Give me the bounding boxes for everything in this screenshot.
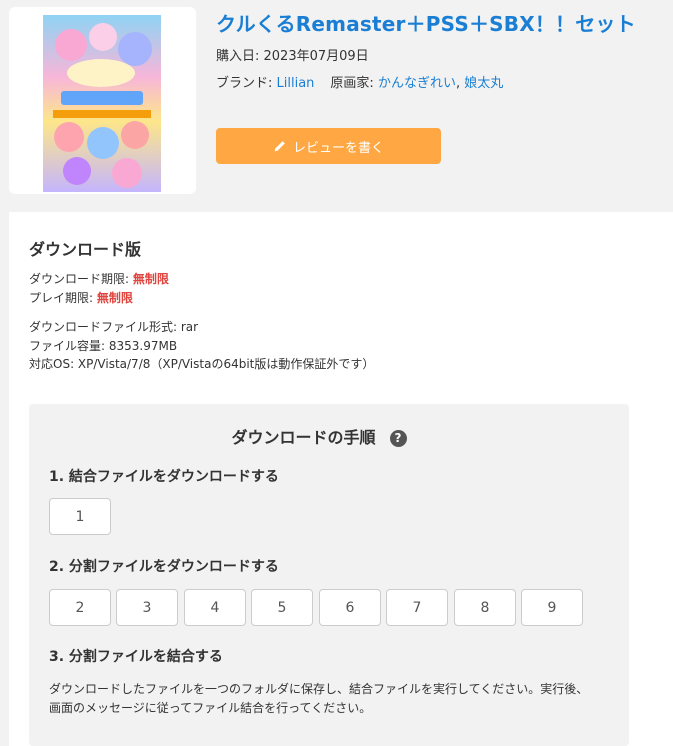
artist-separator: , xyxy=(455,76,465,91)
step-3-label: 3. 分割ファイルを結合する xyxy=(49,649,223,665)
download-steps-title: ダウンロードの手順 xyxy=(231,428,376,447)
credits-row: ブランド: Lillian 原画家: かんなぎれい, 娘太丸 xyxy=(216,72,503,91)
split-file-button[interactable]: 9 xyxy=(521,589,583,626)
split-file-button[interactable]: 6 xyxy=(319,589,381,626)
split-file-button[interactable]: 5 xyxy=(251,589,313,626)
split-file-button[interactable]: 2 xyxy=(49,589,111,626)
file-size: ファイル容量: 8353.97MB xyxy=(29,339,178,353)
file-format: ダウンロードファイル形式: rar xyxy=(29,320,199,334)
split-file-button[interactable]: 3 xyxy=(116,589,178,626)
download-limit-row: ダウンロード期限: 無制限 xyxy=(29,270,169,287)
purchase-date-row: 購入日: 2023年07月09日 xyxy=(216,45,369,64)
download-steps-box: ダウンロードの手順? 1. 結合ファイルをダウンロードする 1 2. 分割ファイ… xyxy=(29,404,629,746)
artist-link[interactable]: 娘太丸 xyxy=(464,76,503,91)
help-icon[interactable]: ? xyxy=(389,430,407,447)
download-steps-heading: ダウンロードの手順? xyxy=(29,424,609,448)
purchase-date: 2023年07月09日 xyxy=(263,49,369,64)
artist-label: 原画家: xyxy=(330,76,378,91)
write-review-label: レビューを書く xyxy=(292,140,384,156)
download-limit-value: 無制限 xyxy=(132,272,169,286)
download-limit-label: ダウンロード期限: xyxy=(29,272,133,286)
product-thumbnail-card[interactable] xyxy=(9,7,196,194)
play-limit-row: プレイ期限: 無制限 xyxy=(29,289,133,306)
download-panel: ダウンロード版 ダウンロード期限: 無制限 プレイ期限: 無制限 ダウンロードフ… xyxy=(9,212,673,746)
play-limit-value: 無制限 xyxy=(96,291,133,305)
product-header: クルくるRemaster＋PSS＋SBX！！セット 購入日: 2023年07月0… xyxy=(0,0,673,212)
step-2-label: 2. 分割ファイルをダウンロードする xyxy=(49,559,279,575)
step-3-description: ダウンロードしたファイルを一つのフォルダに保存し、結合ファイルを実行してください… xyxy=(49,682,589,715)
split-file-button[interactable]: 8 xyxy=(454,589,516,626)
step-1-label: 1. 結合ファイルをダウンロードする xyxy=(49,469,279,485)
product-title[interactable]: クルくるRemaster＋PSS＋SBX！！セット xyxy=(216,8,636,37)
purchase-date-label: 購入日: xyxy=(216,49,264,64)
split-file-button[interactable]: 4 xyxy=(184,589,246,626)
artist-link[interactable]: かんなぎれい xyxy=(378,76,456,91)
pencil-icon xyxy=(274,141,285,152)
split-file-button[interactable]: 7 xyxy=(386,589,448,626)
combine-file-button[interactable]: 1 xyxy=(49,498,111,535)
brand-label: ブランド: xyxy=(216,76,277,91)
write-review-button[interactable]: レビューを書く xyxy=(216,128,441,164)
play-limit-label: プレイ期限: xyxy=(29,291,97,305)
product-cover-image[interactable] xyxy=(43,15,161,192)
download-section-title: ダウンロード版 xyxy=(29,240,142,259)
supported-os: 対応OS: XP/Vista/7/8（XP/Vistaの64bit版は動作保証外… xyxy=(29,357,375,371)
brand-link[interactable]: Lillian xyxy=(277,76,315,91)
